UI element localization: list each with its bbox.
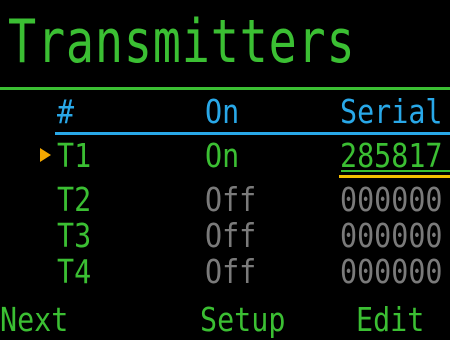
title-divider bbox=[0, 87, 450, 90]
transmitter-serial[interactable]: 000000 bbox=[340, 254, 443, 290]
serial-text-underline bbox=[341, 170, 450, 172]
setup-softkey[interactable]: Setup bbox=[200, 301, 285, 339]
selection-arrow-icon bbox=[40, 148, 51, 162]
table-row-t2[interactable]: T2 Off 000000 bbox=[0, 182, 450, 218]
table-row-t1[interactable]: T1 On 285817 bbox=[0, 138, 450, 174]
page-title: Transmitters bbox=[8, 7, 356, 77]
transmitter-name: T1 bbox=[57, 136, 92, 175]
transmitter-name: T4 bbox=[57, 252, 92, 291]
column-header-number: # bbox=[57, 92, 75, 131]
next-softkey[interactable]: Next bbox=[0, 301, 68, 339]
transmitter-serial[interactable]: 000000 bbox=[340, 182, 443, 218]
transmitter-name: T2 bbox=[57, 180, 92, 219]
table-header: # On Serial bbox=[0, 94, 450, 130]
transmitters-screen: Transmitters # On Serial T1 On 285817 T2… bbox=[0, 0, 450, 340]
header-divider bbox=[55, 132, 450, 135]
selected-field-indicator bbox=[339, 175, 450, 178]
transmitter-serial[interactable]: 285817 bbox=[340, 138, 443, 174]
transmitter-serial[interactable]: 000000 bbox=[340, 218, 443, 254]
softkey-bar: Next Setup Edit bbox=[0, 301, 450, 340]
column-header-serial: Serial bbox=[340, 92, 443, 131]
transmitter-on-state[interactable]: Off bbox=[205, 218, 256, 254]
transmitter-name: T3 bbox=[57, 216, 92, 255]
column-header-on: On bbox=[205, 92, 240, 131]
table-row-t4[interactable]: T4 Off 000000 bbox=[0, 254, 450, 290]
transmitter-on-state[interactable]: On bbox=[205, 138, 239, 174]
edit-softkey[interactable]: Edit bbox=[356, 301, 424, 339]
table-row-t3[interactable]: T3 Off 000000 bbox=[0, 218, 450, 254]
transmitter-on-state[interactable]: Off bbox=[205, 254, 256, 290]
transmitter-on-state[interactable]: Off bbox=[205, 182, 256, 218]
